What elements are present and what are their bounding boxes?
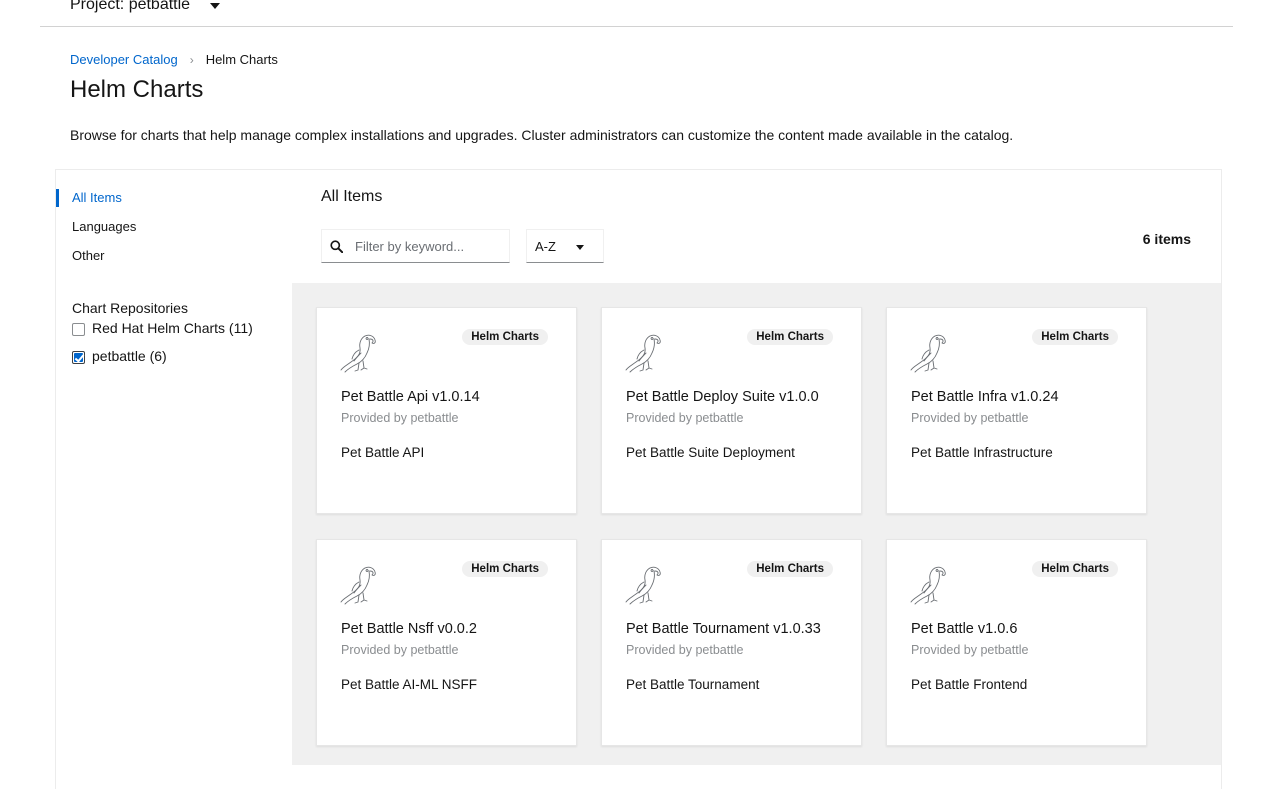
breadcrumb-developer-catalog-link[interactable]: Developer Catalog bbox=[70, 52, 178, 67]
main-title: All Items bbox=[321, 188, 383, 205]
top-bar: Project: petbattle bbox=[40, 0, 1233, 27]
repo-filter-petbattle[interactable]: petbattle (6) bbox=[72, 347, 167, 364]
sort-value: A-Z bbox=[535, 238, 556, 254]
catalog-tile[interactable]: Helm Charts Pet Battle Tournament v1.0.33… bbox=[601, 539, 862, 746]
catalog-tile[interactable]: Helm Charts Pet Battle v1.0.6 Provided by … bbox=[886, 539, 1147, 746]
tile-description: Pet Battle Suite Deployment bbox=[626, 445, 795, 460]
tile-description: Pet Battle Infrastructure bbox=[911, 445, 1053, 460]
caret-down-icon bbox=[210, 3, 221, 9]
repo-filter-red-hat[interactable]: Red Hat Helm Charts (11) bbox=[72, 319, 253, 336]
chart-repositories-heading: Chart Repositories bbox=[72, 300, 188, 316]
tile-name: Pet Battle Tournament v1.0.33 bbox=[626, 621, 821, 637]
sort-dropdown[interactable]: A-Z bbox=[526, 229, 604, 263]
catalog-tile[interactable]: Helm Charts Pet Battle Nsff v0.0.2 Provide… bbox=[316, 539, 577, 746]
item-count: 6 items bbox=[1142, 231, 1191, 247]
caret-down-icon bbox=[575, 244, 584, 250]
page-description: Browse for charts that help manage compl… bbox=[70, 127, 1014, 143]
tile-provider: Provided by petbattle bbox=[911, 643, 1029, 657]
project-label: Project: petbattle bbox=[70, 0, 191, 13]
tile-name: Pet Battle Nsff v0.0.2 bbox=[341, 621, 477, 637]
parrot-logo-icon bbox=[624, 330, 668, 374]
tile-badge: Helm Charts bbox=[1032, 561, 1118, 577]
tile-provider: Provided by petbattle bbox=[341, 411, 459, 425]
project-selector[interactable]: Project: petbattle bbox=[70, 0, 221, 14]
search-input[interactable] bbox=[353, 237, 493, 255]
catalog-sidebar: All Items Languages Other Chart Reposito… bbox=[56, 170, 292, 789]
page-title: Helm Charts bbox=[70, 76, 204, 103]
active-indicator bbox=[56, 189, 59, 207]
repo-label: Red Hat Helm Charts (11) bbox=[92, 319, 253, 336]
tile-description: Pet Battle Tournament bbox=[626, 677, 760, 692]
tile-badge: Helm Charts bbox=[747, 561, 833, 577]
tile-name: Pet Battle Deploy Suite v1.0.0 bbox=[626, 389, 819, 405]
tile-description: Pet Battle API bbox=[341, 445, 425, 460]
tile-provider: Provided by petbattle bbox=[626, 411, 744, 425]
parrot-logo-icon bbox=[909, 330, 953, 374]
repo-label: petbattle (6) bbox=[92, 347, 167, 364]
chevron-right-icon: › bbox=[189, 52, 194, 67]
sidebar-item-all-items[interactable]: All Items bbox=[72, 190, 122, 205]
catalog-tile[interactable]: Helm Charts Pet Battle Deploy Suite v1.0.… bbox=[601, 307, 862, 514]
catalog-main: All Items A-Z 6 items Helm Charts Pet Bat… bbox=[292, 170, 1221, 789]
tiles-grid: Helm Charts Pet Battle Api v1.0.14 Provide… bbox=[292, 283, 1221, 765]
catalog-tile[interactable]: Helm Charts Pet Battle Api v1.0.14 Provide… bbox=[316, 307, 577, 514]
repo-checkbox-red-hat[interactable] bbox=[72, 323, 85, 336]
catalog-tile[interactable]: Helm Charts Pet Battle Infra v1.0.24 Provi… bbox=[886, 307, 1147, 514]
tile-name: Pet Battle Api v1.0.14 bbox=[341, 389, 480, 405]
tile-badge: Helm Charts bbox=[462, 329, 548, 345]
repo-checkbox-petbattle[interactable] bbox=[72, 351, 85, 364]
tile-provider: Provided by petbattle bbox=[341, 643, 459, 657]
parrot-logo-icon bbox=[339, 562, 383, 606]
breadcrumb: Developer Catalog › Helm Charts bbox=[70, 52, 278, 67]
parrot-logo-icon bbox=[909, 562, 953, 606]
tile-provider: Provided by petbattle bbox=[626, 643, 744, 657]
tile-name: Pet Battle Infra v1.0.24 bbox=[911, 389, 1059, 405]
search-field[interactable] bbox=[321, 229, 510, 263]
tile-badge: Helm Charts bbox=[1032, 329, 1118, 345]
parrot-logo-icon bbox=[624, 562, 668, 606]
search-icon bbox=[330, 239, 343, 253]
tile-provider: Provided by petbattle bbox=[911, 411, 1029, 425]
tile-badge: Helm Charts bbox=[747, 329, 833, 345]
breadcrumb-current: Helm Charts bbox=[205, 52, 278, 67]
sidebar-item-other[interactable]: Other bbox=[72, 248, 105, 263]
sidebar-item-languages[interactable]: Languages bbox=[72, 219, 136, 234]
catalog-panel: All Items Languages Other Chart Reposito… bbox=[55, 169, 1222, 789]
tile-description: Pet Battle AI-ML NSFF bbox=[341, 677, 478, 692]
tile-badge: Helm Charts bbox=[462, 561, 548, 577]
parrot-logo-icon bbox=[339, 330, 383, 374]
tile-description: Pet Battle Frontend bbox=[911, 677, 1028, 692]
tile-name: Pet Battle v1.0.6 bbox=[911, 621, 1018, 637]
